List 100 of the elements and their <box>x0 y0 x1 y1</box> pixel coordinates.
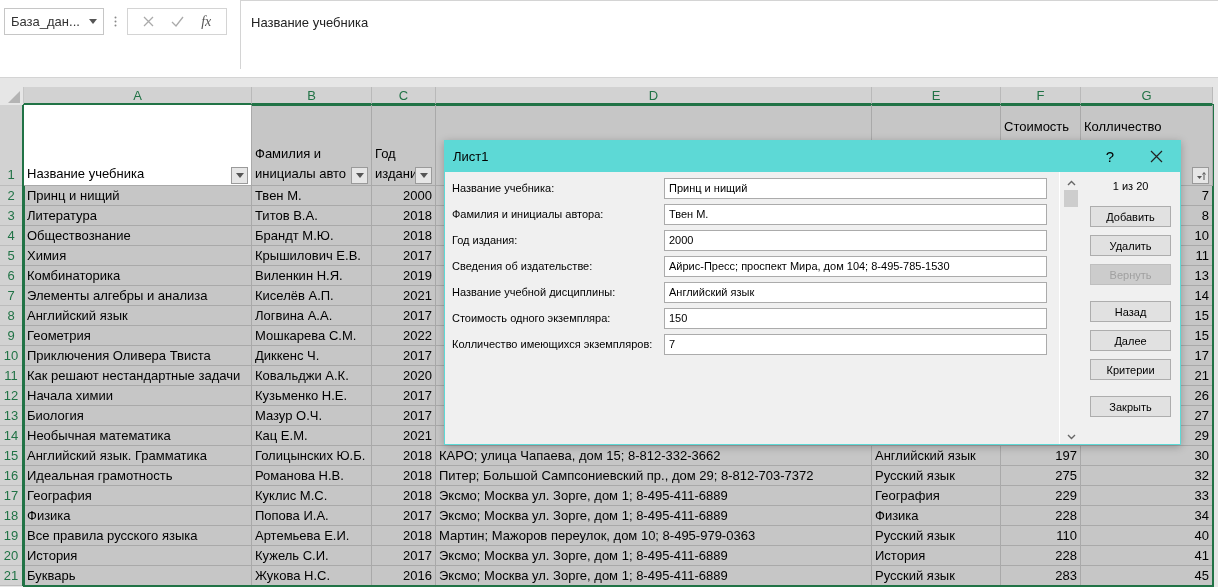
filter-dropdown-button[interactable] <box>415 167 432 184</box>
row-number[interactable]: 20 <box>0 546 22 566</box>
help-button[interactable]: ? <box>1105 148 1114 165</box>
row-number[interactable]: 2 <box>0 186 22 206</box>
table-cell: 2019 <box>403 268 432 283</box>
table-cell: Артемьева Е.И. <box>255 528 350 543</box>
row-number[interactable]: 13 <box>0 406 22 426</box>
dialog-button[interactable]: Удалить <box>1090 235 1172 256</box>
table-cell: Кужель С.И. <box>255 548 329 563</box>
check-icon[interactable] <box>170 16 184 27</box>
row-number[interactable]: 15 <box>0 446 22 466</box>
table-cell: Романова Н.В. <box>255 468 344 483</box>
field-label: Название учебной дисциплины: <box>452 286 617 298</box>
table-cell: Эксмо; Москва ул. Зорге, дом 1; 8-495-411-6889 <box>439 548 728 563</box>
input-field[interactable]: 2000 <box>664 229 1047 251</box>
table-cell: 26 <box>1194 388 1209 403</box>
sort-filter-button[interactable] <box>1192 167 1209 184</box>
table-cell: Идеальная грамотность <box>27 468 173 483</box>
table-cell: 275 <box>1055 468 1077 483</box>
caret-icon <box>419 173 428 178</box>
more-icon[interactable] <box>114 16 117 27</box>
column-header[interactable]: C <box>372 87 436 105</box>
row-number[interactable]: 14 <box>0 426 22 446</box>
table-cell: 2020 <box>403 368 432 383</box>
scroll-thumb[interactable] <box>1064 190 1079 207</box>
filter-dropdown-button[interactable] <box>351 167 368 184</box>
dialog-button[interactable]: Добавить <box>1090 206 1172 227</box>
column-header[interactable]: D <box>436 87 872 105</box>
scroll-down-icon[interactable] <box>1066 434 1076 440</box>
table-cell: 30 <box>1194 448 1209 463</box>
table-cell: 228 <box>1055 508 1077 523</box>
row-number[interactable]: 9 <box>0 326 22 346</box>
input-field[interactable]: 150 <box>664 307 1047 329</box>
input-field[interactable]: 7 <box>664 333 1047 355</box>
table-cell: 27 <box>1194 408 1209 423</box>
caret-icon <box>89 19 97 24</box>
table-cell: 33 <box>1194 488 1209 503</box>
table-cell: Эксмо; Москва ул. Зорге, дом 1; 8-495-411-6889 <box>439 488 728 503</box>
table-cell: Мазур О.Ч. <box>255 408 323 423</box>
table-cell: 8 <box>1201 208 1209 223</box>
name-box[interactable]: База_дан... <box>4 8 104 35</box>
row-number[interactable]: 10 <box>0 346 22 366</box>
table-cell: Куклис М.С. <box>255 488 328 503</box>
table-cell: 15 <box>1194 308 1209 323</box>
table-cell: 2000 <box>403 188 432 203</box>
row-number[interactable]: 17 <box>0 486 22 506</box>
table-cell: Русский язык <box>875 468 955 483</box>
dialog-button[interactable]: Назад <box>1090 301 1172 322</box>
input-field[interactable]: Принц и нищий <box>664 177 1047 199</box>
row-number[interactable]: 6 <box>0 266 22 286</box>
row-number[interactable]: 5 <box>0 246 22 266</box>
table-cell: Комбинаторика <box>27 268 121 283</box>
field-label: Стоимость одного экземпляра: <box>452 312 612 324</box>
table-cell: Химия <box>27 248 67 263</box>
table-cell: 7 <box>1201 188 1209 203</box>
row-number[interactable]: 12 <box>0 386 22 406</box>
column-header[interactable]: E <box>872 87 1001 105</box>
row-number[interactable]: 7 <box>0 286 22 306</box>
table-cell: 2017 <box>403 388 432 403</box>
row-number[interactable]: 21 <box>0 566 22 586</box>
close-icon[interactable] <box>1150 150 1163 163</box>
table-cell: 29 <box>1194 428 1209 443</box>
table-cell: 2021 <box>403 428 432 443</box>
row-number[interactable]: 4 <box>0 226 22 246</box>
table-cell: Мошкарева С.М. <box>255 328 357 343</box>
formula-field[interactable]: Название учебника <box>240 0 1218 69</box>
table-cell: 2017 <box>403 548 432 563</box>
table-cell: 2017 <box>403 308 432 323</box>
table-cell: 10 <box>1194 228 1209 243</box>
table-cell: Биология <box>27 408 84 423</box>
filter-dropdown-button[interactable] <box>231 167 248 184</box>
table-cell: 21 <box>1194 368 1209 383</box>
column-header[interactable]: B <box>252 87 372 105</box>
dialog-button[interactable]: Критерии <box>1090 359 1172 380</box>
column-header[interactable]: F <box>1001 87 1081 105</box>
table-cell: 229 <box>1055 488 1077 503</box>
column-header[interactable]: A <box>24 87 252 105</box>
table-cell: 110 <box>1056 528 1077 543</box>
column-header[interactable]: G <box>1081 87 1213 105</box>
row-number[interactable]: 8 <box>0 306 22 326</box>
dialog-button[interactable]: Закрыть <box>1090 396 1172 417</box>
insert-function-button[interactable]: fx <box>201 13 212 30</box>
dialog-button[interactable]: Далее <box>1090 330 1172 351</box>
row-number[interactable]: 1 <box>0 105 22 186</box>
table-cell: Русский язык <box>875 528 955 543</box>
input-field[interactable]: Твен М. <box>664 203 1047 225</box>
scroll-up-icon[interactable] <box>1066 180 1076 186</box>
row-number[interactable]: 3 <box>0 206 22 226</box>
field-label: Фамилия и инициалы автора: <box>452 208 605 220</box>
input-field[interactable]: Английский язык <box>664 281 1047 303</box>
input-field[interactable]: Айрис-Пресс; проспект Мира, дом 104; 8-495-785-1530 <box>664 255 1047 277</box>
row-number[interactable]: 18 <box>0 506 22 526</box>
caret-icon <box>355 173 364 178</box>
row-number[interactable]: 19 <box>0 526 22 546</box>
row-number[interactable]: 16 <box>0 466 22 486</box>
table-cell: Крышилович Е.В. <box>255 248 361 263</box>
row-number[interactable]: 11 <box>0 366 22 386</box>
table-cell: Геометрия <box>27 328 91 343</box>
table-cell: Английский язык. Грамматика <box>27 448 207 463</box>
table-cell: Приключения Оливера Твиста <box>27 348 211 363</box>
